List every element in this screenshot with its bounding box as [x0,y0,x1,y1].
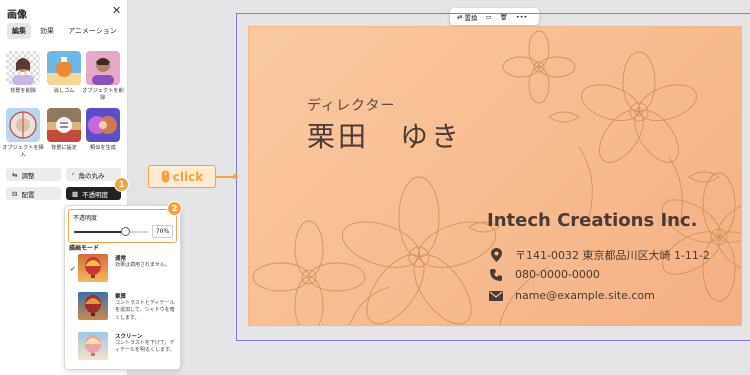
blend-mode-normal[interactable]: ✓ 通常 効果は適用されません。 [65,254,180,290]
callout-badge-2: 2 [168,202,181,215]
opacity-button[interactable]: ▩ 不透明度 [66,187,121,200]
balloon-thumbnail [78,332,108,360]
tab-edit[interactable]: 編集 [7,23,31,39]
blend-mode-desc: コントラストとディテールを追加して、シャドウを暗くします。 [115,300,175,321]
corner-radius-button[interactable]: ◜ 角の丸み [66,168,121,181]
click-label: click [172,169,204,184]
blend-mode-desc: 効果は適用されません。 [115,262,170,268]
mouse-icon [161,170,170,183]
location-pin-icon [489,248,503,262]
person-portrait-icon [12,58,34,85]
tool-label: 背景を削除 [10,88,36,94]
adjust-button[interactable]: ⇆ 調整 [6,168,61,181]
arrange-icon: ⊟ [12,189,18,198]
set-background-tool[interactable] [47,108,81,142]
tool-label: 消しゴム [53,88,75,94]
card-company: Intech Creations Inc. [487,210,698,231]
tab-effects[interactable]: 効果 [35,23,59,39]
opacity-button-label: 不透明度 [82,190,109,199]
card-address: 〒141-0032 東京都品川区大崎 1-11-2 [515,249,710,262]
balloon-thumbnail [78,254,108,282]
opacity-icon: ▩ [72,189,79,198]
blend-mode-title: 描画モード [69,245,100,252]
opacity-label: 不透明度 [73,215,98,222]
card-email-row: name@example.site.com [489,289,655,302]
generate-similar-tool[interactable] [86,108,120,142]
blend-mode-name: 乗算 [115,294,127,300]
arrange-label: 配置 [21,190,35,199]
card-phone-row: 080-0000-0000 [489,268,600,281]
phone-icon [489,268,503,281]
panel-title: 画像 [7,10,27,21]
tab-animation[interactable]: アニメーション [63,23,122,39]
click-connector-dot [233,174,238,179]
corner-label: 角の丸み [78,171,105,180]
sliders-icon: ⇆ [12,170,18,179]
set-background-icon [47,108,81,142]
check-icon: ✓ [70,265,76,273]
card-phone: 080-0000-0000 [515,268,600,281]
click-annotation: click [148,165,216,188]
remove-object-tool[interactable] [86,51,120,85]
opacity-control: 不透明度 70% [68,209,177,243]
tool-label: 類似を生成 [90,145,116,151]
tool-label: 背景に設定 [51,145,77,151]
blend-mode-name: 通常 [115,256,127,262]
insert-object-icon [9,111,37,139]
close-icon[interactable]: ✕ [112,4,121,17]
mail-icon [489,290,503,301]
arrange-button[interactable]: ⊟ 配置 [6,187,61,200]
opacity-popup: 不透明度 70% 描画モード ✓ 通常 効果は適用されません。 乗算 コントラス… [64,205,181,370]
opacity-value-input[interactable]: 70% [152,225,173,238]
blend-mode-multiply[interactable]: 乗算 コントラストとディテールを追加して、シャドウを暗くします。 [65,292,180,328]
balloon-thumbnail [78,292,108,320]
card-name: 栗田 ゆき [307,120,463,153]
opacity-slider-handle[interactable] [121,227,131,236]
callout-badge-1: 1 [115,178,128,191]
opacity-slider-fill [74,231,126,233]
corner-icon: ◜ [72,170,75,179]
insert-object-tool[interactable] [6,108,40,142]
card-role: ディレクター [307,98,396,114]
remove-background-tool[interactable] [6,51,40,85]
card-address-row: 〒141-0032 東京都品川区大崎 1-11-2 [489,247,710,263]
eraser-tool[interactable] [47,51,81,85]
business-card[interactable]: ディレクター 栗田 ゆき Intech Creations Inc. 〒141-… [248,26,742,326]
blend-mode-desc: コントラストを下げて、ディテールを明るくします。 [115,340,175,354]
tool-label: オブジェクトを挿入 [2,145,44,159]
panel-tabs: 編集 効果 アニメーション [7,23,122,39]
floral-line-art [252,30,741,325]
tool-label: オブジェクトを削除 [82,88,124,102]
blend-mode-screen[interactable]: スクリーン コントラストを下げて、ディテールを明るくします。 [65,332,180,368]
generate-similar-icon [88,116,117,134]
eraser-object-icon [47,57,81,85]
card-email: name@example.site.com [515,289,655,302]
person-portrait-icon [92,58,114,85]
adjust-label: 調整 [21,171,35,180]
blend-mode-name: スクリーン [115,334,143,340]
